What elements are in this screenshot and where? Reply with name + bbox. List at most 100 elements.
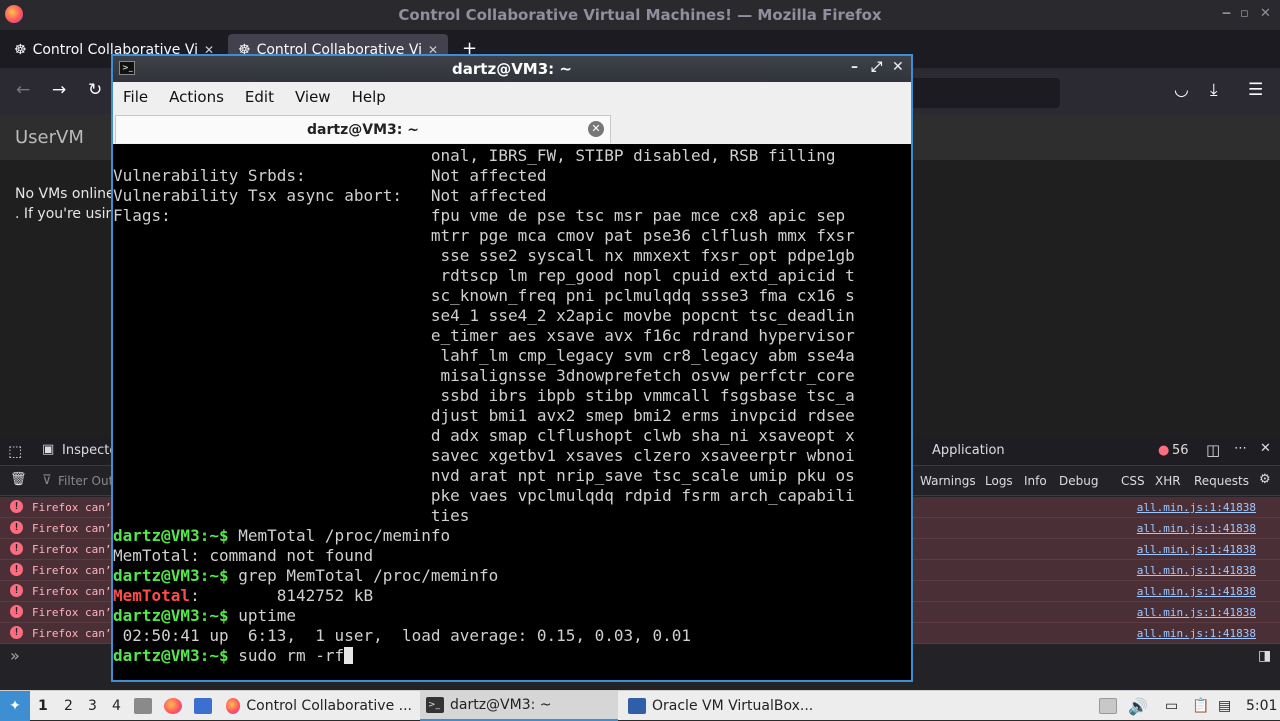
terminal-line: 02:50:41 up 6:13, 1 user, load average: … <box>113 626 691 645</box>
task-label: Oracle VM VirtualBox... <box>652 698 814 714</box>
terminal-line: rdtscp lm rep_good nopl cpuid extd_apici… <box>113 266 855 285</box>
terminal-line: ssbd ibrs ibpb stibp vmmcall fsgsbase ts… <box>113 386 855 405</box>
console-source-link[interactable]: all.min.js:1:41838 <box>1137 543 1256 556</box>
minimize-icon[interactable]: ‒ <box>1222 6 1231 21</box>
console-source-link[interactable]: all.min.js:1:41838 <box>1137 564 1256 577</box>
terminal-menubar: File Actions Edit View Help <box>113 82 911 112</box>
terminal-line: onal, IBRS_FW, STIBP disabled, RSB filli… <box>113 146 836 165</box>
terminal-close-icon[interactable]: ✕ <box>892 59 904 75</box>
terminal-maximize-icon[interactable]: ⤢ <box>871 59 882 75</box>
error-icon: ! <box>10 626 23 639</box>
terminal-output[interactable]: onal, IBRS_FW, STIBP disabled, RSB filli… <box>113 146 911 680</box>
task-virtualbox[interactable]: Oracle VM VirtualBox... <box>622 691 820 721</box>
page-message-2: . If you're using <box>15 206 124 222</box>
workspace-3[interactable]: 3 <box>88 691 97 721</box>
terminal-line: Vulnerability Tsx async abort: Not affec… <box>113 186 547 205</box>
terminal-line: ties <box>113 506 470 525</box>
network-icon[interactable]: ▤ <box>1218 691 1231 721</box>
clipboard-icon[interactable]: 📋 <box>1192 691 1209 721</box>
element-picker-icon[interactable]: ⬚ <box>8 442 22 460</box>
virtualbox-task-icon <box>628 698 646 714</box>
filter-debug[interactable]: Debug <box>1059 474 1098 488</box>
split-console-icon[interactable]: ◨ <box>1258 648 1271 664</box>
console-source-link[interactable]: all.min.js:1:41838 <box>1137 522 1256 535</box>
terminal-titlebar[interactable]: >_ dartz@VM3: ~ – ⤢ ✕ <box>113 56 911 82</box>
devtools-close-icon[interactable]: ✕ <box>1260 441 1271 456</box>
terminal-tab-title: dartz@VM3: ~ <box>307 121 419 138</box>
more-icon[interactable]: ⋯ <box>1234 441 1247 456</box>
workspace-1[interactable]: 1 <box>38 691 48 721</box>
clock[interactable]: 5:01 <box>1246 691 1277 721</box>
tab-favicon-icon: ☸ <box>14 42 27 58</box>
filter-css[interactable]: CSS <box>1121 474 1145 488</box>
error-icon: ! <box>10 605 23 618</box>
filter-icon: ⊽ <box>42 473 52 488</box>
task-firefox[interactable]: Control Collaborative ... <box>220 691 418 721</box>
menu-help[interactable]: Help <box>352 88 386 106</box>
tab-application[interactable]: Application <box>932 443 1005 458</box>
error-count[interactable]: 56 <box>1172 443 1189 458</box>
terminal-icon: >_ <box>119 61 135 75</box>
terminal-tab[interactable]: dartz@VM3: ~ ✕ <box>115 115 611 143</box>
filter-requests[interactable]: Requests <box>1194 474 1249 488</box>
page-message: No VMs online. <box>15 186 120 202</box>
filter-logs[interactable]: Logs <box>985 474 1013 488</box>
reload-icon[interactable]: ↻ <box>88 80 102 100</box>
terminal-line: Flags: fpu vme de pse tsc msr pae mce cx… <box>113 206 846 225</box>
settings-gear-icon[interactable]: ⚙ <box>1259 472 1271 487</box>
error-icon: ! <box>10 542 23 555</box>
terminal-minimize-icon[interactable]: – <box>851 59 858 75</box>
menu-icon[interactable]: ☰ <box>1248 80 1263 100</box>
error-icon: ! <box>10 500 23 513</box>
terminal-line: e_timer aes xsave avx f16c rdrand hyperv… <box>113 326 855 345</box>
back-icon[interactable]: ← <box>16 80 30 100</box>
filter-xhr[interactable]: XHR <box>1155 474 1181 488</box>
filter-info[interactable]: Info <box>1024 474 1047 488</box>
volume-icon[interactable]: 🔊 <box>1128 691 1148 721</box>
terminal-tab-close-icon[interactable]: ✕ <box>588 121 604 137</box>
tray-upload-icon[interactable] <box>1099 691 1117 721</box>
firefox-window-title: Control Collaborative Virtual Machines! … <box>398 6 882 24</box>
firefox-launcher-icon[interactable] <box>164 691 182 721</box>
terminal-line: mtrr pge mca cmov pat pse36 clflush mmx … <box>113 226 855 245</box>
terminal-line: sc_known_freq pni pclmulqdq ssse3 fma cx… <box>113 286 855 305</box>
dock-icon[interactable]: ◫ <box>1206 441 1220 459</box>
menu-actions[interactable]: Actions <box>169 88 224 106</box>
error-icon: ! <box>10 563 23 576</box>
console-source-link[interactable]: all.min.js:1:41838 <box>1137 627 1256 640</box>
close-icon[interactable]: ✕ <box>1260 6 1271 21</box>
menu-file[interactable]: File <box>123 88 148 106</box>
console-source-link[interactable]: all.min.js:1:41838 <box>1137 501 1256 514</box>
terminal-line: MemTotal: 8142752 kB <box>113 586 374 605</box>
maximize-icon[interactable]: ▫ <box>1240 6 1249 21</box>
task-terminal[interactable]: >_ dartz@VM3: ~ <box>420 691 618 721</box>
taskbar: ✦ 1 2 3 4 Control Collaborative ... >_ d… <box>0 690 1280 721</box>
terminal-line: pke vaes vpclmulqdq rdpid fsrm arch_capa… <box>113 486 855 505</box>
console-source-link[interactable]: all.min.js:1:41838 <box>1137 585 1256 598</box>
start-menu-icon[interactable]: ✦ <box>0 691 30 721</box>
file-manager-icon[interactable] <box>134 691 152 721</box>
menu-edit[interactable]: Edit <box>245 88 274 106</box>
error-icon: ! <box>10 584 23 597</box>
task-label: Control Collaborative ... <box>246 698 412 714</box>
console-source-link[interactable]: all.min.js:1:41838 <box>1137 606 1256 619</box>
terminal-line: dartz@VM3:~$ MemTotal /proc/meminfo <box>113 526 451 545</box>
page-brand[interactable]: UserVM <box>15 127 84 148</box>
firefox-logo-icon <box>5 5 23 23</box>
workspace-4[interactable]: 4 <box>112 691 121 721</box>
trash-icon[interactable]: 🗑 <box>10 472 27 487</box>
filter-warnings[interactable]: Warnings <box>920 474 976 488</box>
forward-icon[interactable]: → <box>52 80 66 100</box>
workspace-2[interactable]: 2 <box>64 691 73 721</box>
terminal-line: nvd arat npt nrip_save tsc_scale umip pk… <box>113 466 855 485</box>
desktop-icon[interactable] <box>194 691 212 721</box>
downloads-icon[interactable]: ⤓ <box>1210 80 1218 100</box>
terminal-task-icon: >_ <box>426 697 444 713</box>
error-icon: ! <box>10 521 23 534</box>
console-input-prompt[interactable]: » <box>10 646 20 665</box>
display-icon[interactable]: ▭ <box>1165 691 1178 721</box>
menu-view[interactable]: View <box>295 88 331 106</box>
terminal-line: djust bmi1 avx2 smep bmi2 erms invpcid r… <box>113 406 855 425</box>
terminal-line: dartz@VM3:~$ uptime <box>113 606 297 625</box>
pocket-icon[interactable]: ◡ <box>1174 80 1189 100</box>
